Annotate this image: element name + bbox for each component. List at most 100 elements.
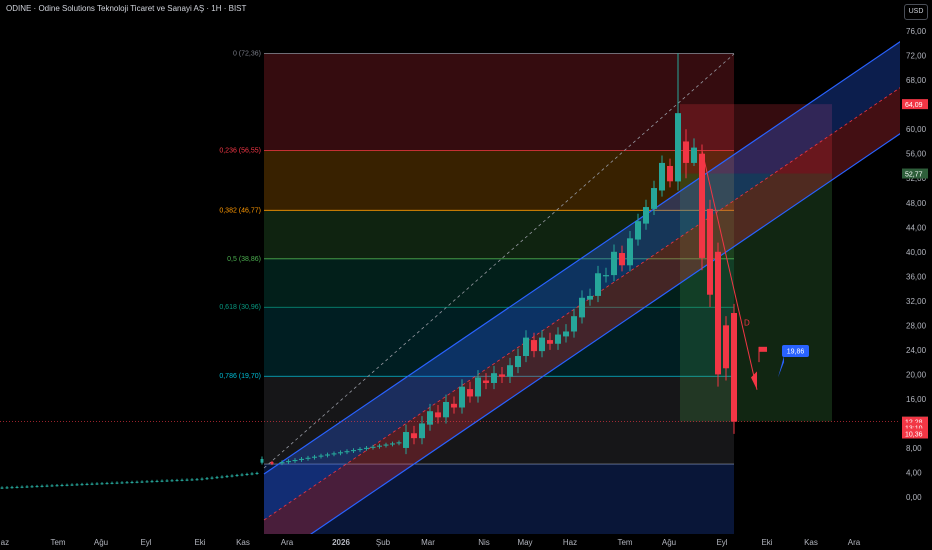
price-axis-tick: 76,00 bbox=[906, 27, 927, 36]
candle-body bbox=[15, 486, 19, 488]
candle-body bbox=[403, 432, 409, 448]
candle-body bbox=[338, 452, 343, 454]
price-axis-tick: 48,00 bbox=[906, 199, 927, 208]
candle-body bbox=[325, 454, 330, 456]
candle-body bbox=[611, 251, 617, 276]
chart-canvas[interactable]: 0 (72,36) 0,236 (56,55) 0,382 (46,77) 0,5 (… bbox=[0, 0, 932, 550]
candle-body bbox=[318, 455, 324, 457]
candle-body bbox=[643, 207, 649, 224]
time-axis-tick: Eyl bbox=[140, 538, 151, 547]
candle-body bbox=[635, 221, 641, 240]
candle-body bbox=[165, 480, 169, 482]
candle-body bbox=[675, 113, 681, 182]
candle-body bbox=[150, 481, 154, 483]
time-axis-tick: Haz bbox=[563, 538, 577, 547]
candle-body bbox=[571, 316, 577, 332]
candle-body bbox=[279, 462, 285, 464]
candle-body bbox=[195, 479, 199, 481]
candle-body bbox=[160, 480, 164, 482]
candle-body bbox=[55, 485, 59, 487]
time-axis-tick: Eki bbox=[194, 538, 205, 547]
candle-body bbox=[170, 480, 174, 482]
candle-body bbox=[70, 484, 74, 486]
price-axis-tick: 56,00 bbox=[906, 150, 927, 159]
fib-level-label: 0,5 (38,86) bbox=[227, 256, 261, 263]
candle-body bbox=[110, 482, 114, 484]
candle-body bbox=[563, 331, 569, 337]
candle-body bbox=[595, 273, 601, 296]
wave-label: D bbox=[744, 318, 750, 327]
price-axis[interactable]: 76,0072,0068,0064,0060,0056,0052,0048,00… bbox=[900, 0, 932, 550]
candle-body bbox=[357, 448, 363, 451]
candle-body bbox=[390, 443, 395, 445]
candle-body bbox=[180, 479, 184, 481]
candle-body bbox=[140, 481, 144, 483]
candle-body bbox=[411, 433, 417, 439]
flag-icon[interactable] bbox=[759, 346, 767, 352]
candle-body bbox=[292, 459, 298, 462]
time-axis-tick: Kas bbox=[236, 538, 250, 547]
candle-body bbox=[475, 377, 481, 397]
candle-body bbox=[370, 446, 376, 448]
fib-level-label: 0,786 (19,70) bbox=[219, 373, 261, 380]
candle-body bbox=[619, 253, 625, 266]
price-axis-tick: 68,00 bbox=[906, 76, 927, 85]
candle-body bbox=[531, 340, 537, 352]
candle-body bbox=[491, 373, 497, 383]
time-axis[interactable]: Haz Tem Ağu Eyl Eki Kas Ara 2026 Şub Mar Nis May Haz… bbox=[0, 534, 932, 550]
candle-body bbox=[85, 483, 89, 485]
candle-body bbox=[35, 486, 39, 488]
chart-title: ODINE · Odine Solutions Teknoloji Ticare… bbox=[6, 4, 247, 13]
candle-body bbox=[190, 479, 194, 481]
time-axis-tick: Ağu bbox=[662, 538, 676, 547]
candle-body bbox=[90, 483, 94, 485]
candle-body bbox=[459, 386, 465, 408]
candle-body bbox=[587, 295, 593, 300]
time-axis-tick: Ağu bbox=[94, 538, 108, 547]
price-axis-tick: 44,00 bbox=[906, 223, 927, 232]
candle-body bbox=[245, 474, 249, 476]
fib-level-label: 0,382 (46,77) bbox=[219, 207, 261, 214]
fib-level-label: 0 (72,36) bbox=[233, 50, 261, 57]
candle-body bbox=[499, 374, 505, 377]
candle-body bbox=[10, 487, 14, 489]
candle-body bbox=[286, 461, 291, 463]
candle-body bbox=[707, 208, 713, 295]
candle-body bbox=[230, 475, 234, 477]
price-axis-tick: 72,00 bbox=[906, 52, 927, 61]
price-axis-tick: 60,00 bbox=[906, 125, 927, 134]
candle-body bbox=[30, 486, 34, 488]
price-badge-label: 64,09 bbox=[905, 102, 923, 109]
candle-body bbox=[377, 445, 382, 447]
candle-body bbox=[299, 458, 304, 460]
time-axis-tick: Nis bbox=[478, 538, 490, 547]
candle-body bbox=[731, 313, 737, 422]
time-axis-tick: Tem bbox=[617, 538, 632, 547]
fib-level-label: 0,236 (56,55) bbox=[219, 147, 261, 154]
price-axis-tick: 16,00 bbox=[906, 395, 927, 404]
candle-body bbox=[383, 444, 389, 446]
candle-body bbox=[364, 447, 369, 449]
candle-body bbox=[115, 482, 119, 484]
currency-button[interactable]: USD bbox=[904, 4, 928, 20]
candle-body bbox=[667, 165, 673, 182]
candle-body bbox=[699, 153, 705, 258]
price-badge-label: 52,77 bbox=[905, 172, 923, 179]
candle-body bbox=[155, 480, 159, 482]
candle-body bbox=[483, 380, 489, 383]
candle-body bbox=[515, 356, 521, 368]
candle-body bbox=[260, 458, 264, 463]
candle-body bbox=[25, 486, 29, 488]
candle-body bbox=[210, 477, 214, 479]
candle-body bbox=[175, 480, 179, 482]
candle-body bbox=[220, 476, 224, 478]
time-axis-tick: Tem bbox=[50, 538, 65, 547]
fib-level-label: 0,618 (30,96) bbox=[219, 304, 261, 311]
candle-body bbox=[396, 442, 402, 444]
candle-body bbox=[539, 337, 545, 352]
time-axis-tick: Eyl bbox=[716, 538, 727, 547]
candle-body bbox=[627, 238, 633, 266]
candle-body bbox=[5, 487, 9, 489]
candle-body bbox=[651, 188, 657, 209]
candle-body bbox=[205, 478, 209, 480]
